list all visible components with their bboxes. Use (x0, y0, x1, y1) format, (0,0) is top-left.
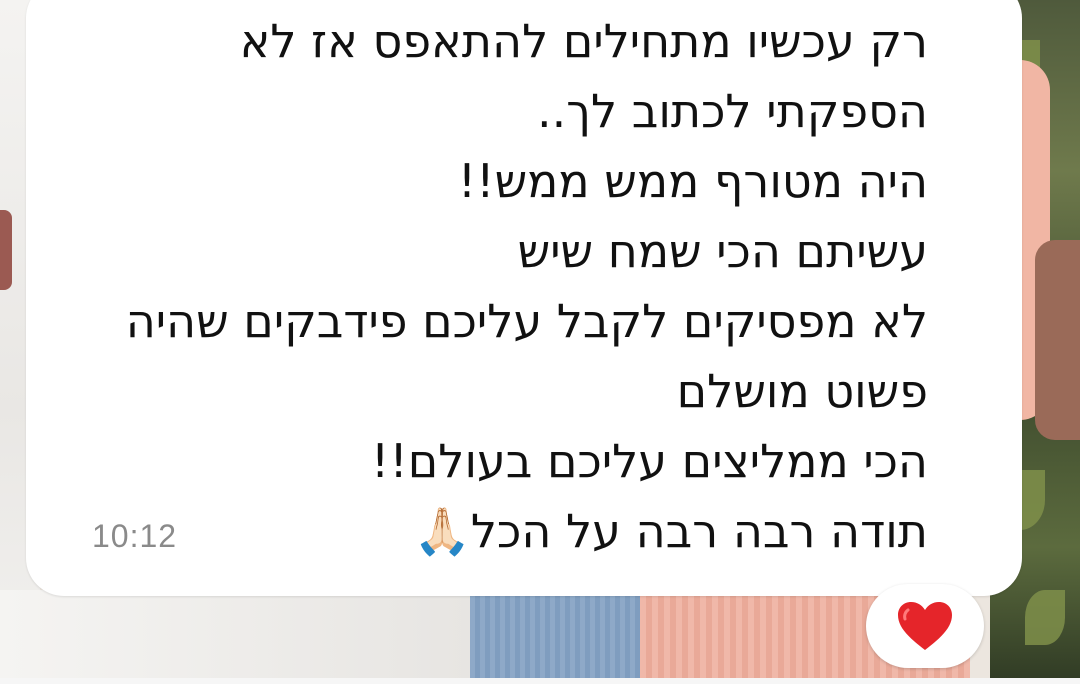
message-line: פשוט מושלם (676, 364, 928, 418)
message-line: הספקתי לכתוב לך.. (537, 84, 928, 138)
message-text: רק עכשיו מתחילים להתאפס אז לא הספקתי לכת… (28, 6, 928, 566)
reaction-chip[interactable] (866, 584, 984, 668)
message-line: לא מפסיקים לקבל עליכם פידבקים שהיה (125, 294, 928, 348)
wallpaper-skin (1035, 240, 1080, 440)
red-heart-icon (898, 602, 952, 650)
message-line: רק עכשיו מתחילים להתאפס אז לא (239, 14, 928, 68)
message-timestamp: 10:12 (92, 518, 178, 554)
wallpaper-detail (0, 210, 12, 290)
message-bubble[interactable]: רק עכשיו מתחילים להתאפס אז לא הספקתי לכת… (26, 0, 1022, 596)
bottom-bar (0, 678, 1080, 684)
chat-screen: רק עכשיו מתחילים להתאפס אז לא הספקתי לכת… (0, 0, 1080, 684)
message-line: הכי ממליצים עליכם בעולם!! (370, 434, 928, 488)
wallpaper-shirt (0, 590, 470, 684)
message-line: עשיתם הכי שמח שיש (517, 224, 928, 278)
message-line: היה מטורף ממש ממש!! (457, 154, 928, 208)
